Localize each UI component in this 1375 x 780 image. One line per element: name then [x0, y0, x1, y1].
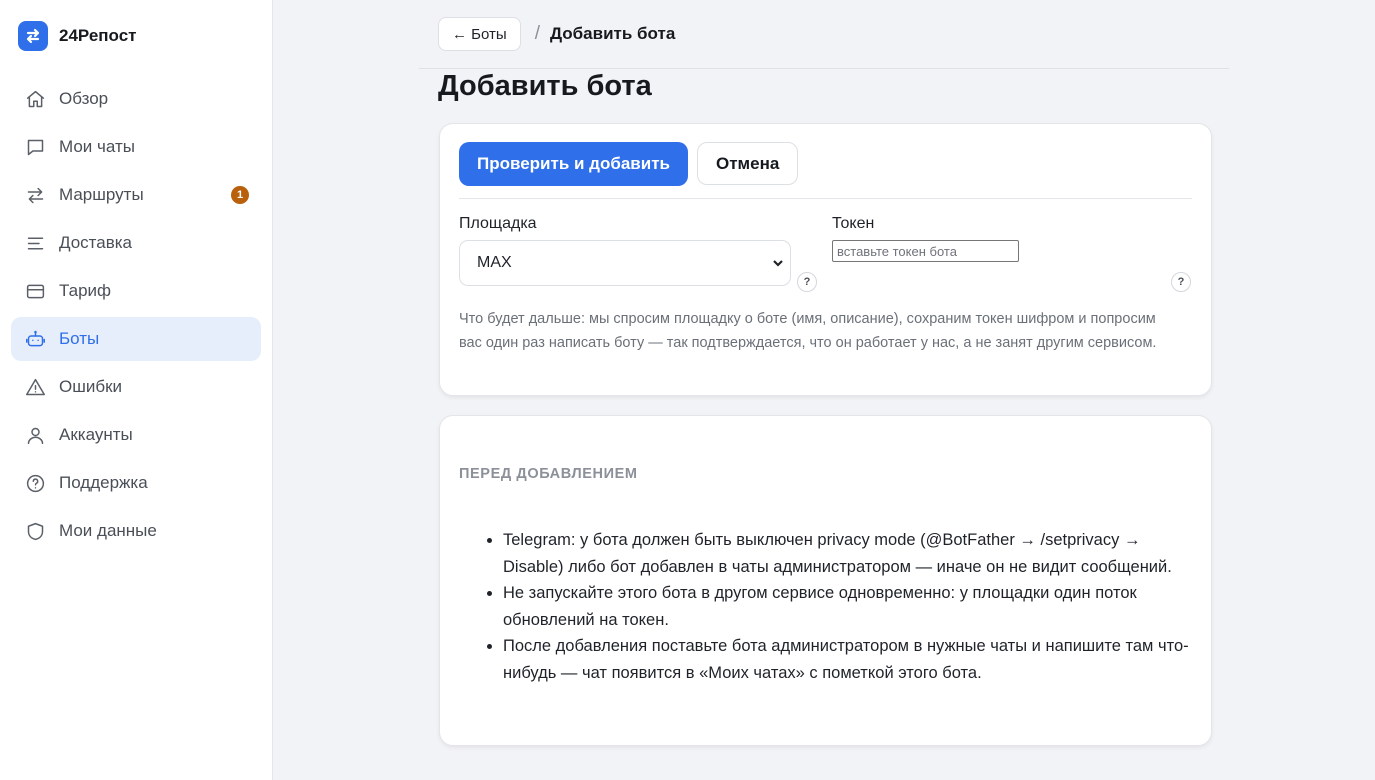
token-input[interactable]: [832, 240, 1019, 262]
token-label: Токен: [832, 215, 875, 232]
list-item: Не запускайте этого бота в другом сервис…: [503, 580, 1192, 633]
sidebar-item-delivery[interactable]: Доставка: [11, 221, 261, 265]
sidebar-item-label: Доставка: [59, 233, 133, 252]
check-and-add-button[interactable]: Проверить и добавить: [459, 142, 688, 186]
sidebar: 24Репост Обзор Мои чаты Маршруты 1 Доста…: [0, 0, 273, 780]
chat-icon: [24, 136, 46, 158]
page-title: Добавить бота: [438, 70, 652, 102]
sidebar-item-label: Обзор: [59, 89, 109, 108]
sidebar-item-routes[interactable]: Маршруты 1: [11, 173, 261, 217]
sidebar-item-label: Ошибки: [59, 377, 123, 396]
token-field: Токен: [832, 215, 1019, 262]
sidebar-item-label: Тариф: [59, 281, 112, 300]
sidebar-item-my-data[interactable]: Мои данные: [11, 509, 261, 553]
sidebar-item-label: Поддержка: [59, 473, 148, 492]
breadcrumb: ← Боты / Добавить бота: [419, 0, 1229, 69]
routes-count-badge: 1: [231, 186, 249, 204]
list-item: Telegram: у бота должен быть выключен pr…: [503, 527, 1192, 580]
chevron-down-icon: [773, 260, 783, 267]
sidebar-item-label: Мои данные: [59, 521, 157, 540]
card-icon: [24, 280, 46, 302]
cancel-button[interactable]: Отмена: [697, 142, 799, 185]
shield-icon: [24, 520, 46, 542]
sidebar-item-label: Аккаунты: [59, 425, 133, 444]
sidebar-item-bots[interactable]: Боты: [11, 317, 261, 361]
sidebar-item-label: Мои чаты: [59, 137, 135, 156]
sidebar-item-support[interactable]: Поддержка: [11, 461, 261, 505]
sidebar-item-overview[interactable]: Обзор: [11, 77, 261, 121]
app-root: 24Репост Обзор Мои чаты Маршруты 1 Доста…: [0, 0, 1375, 780]
before-adding-card: Перед добавлением Telegram: у бота долже…: [439, 415, 1212, 746]
main-content: ← Боты / Добавить бота Добавить бота Про…: [273, 0, 1375, 780]
rules-list: Telegram: у бота должен быть выключен pr…: [459, 527, 1192, 686]
next-steps-hint: Что будет дальше: мы спросим площадку о …: [459, 311, 1157, 351]
warning-icon: [24, 376, 46, 398]
sidebar-item-tariff[interactable]: Тариф: [11, 269, 261, 313]
form-fields: Площадка MAX ? Токен ?: [459, 215, 1192, 292]
back-to-bots-button[interactable]: ← Боты: [438, 17, 521, 51]
platform-help-icon[interactable]: ?: [797, 272, 817, 292]
sidebar-nav: Обзор Мои чаты Маршруты 1 Доставка Тариф…: [11, 77, 261, 553]
token-help-icon[interactable]: ?: [1171, 272, 1191, 292]
sidebar-item-errors[interactable]: Ошибки: [11, 365, 261, 409]
add-bot-form-card: Проверить и добавить Отмена Площадка MAX…: [439, 123, 1212, 396]
route-arrows-icon: [24, 184, 46, 206]
platform-field: Площадка MAX: [459, 215, 831, 289]
brand[interactable]: 24Репост: [11, 18, 261, 52]
breadcrumb-current: Добавить бота: [549, 24, 676, 43]
list-item: После добавления поставьте бота админист…: [503, 633, 1192, 686]
bot-icon: [24, 328, 46, 350]
platform-label: Площадка: [459, 215, 537, 232]
section-heading: Перед добавлением: [459, 466, 638, 482]
platform-select[interactable]: MAX: [459, 240, 791, 286]
platform-select-value: MAX: [477, 254, 512, 271]
divider: [459, 198, 1192, 199]
sidebar-item-accounts[interactable]: Аккаунты: [11, 413, 261, 457]
user-icon: [24, 424, 46, 446]
help-circle-icon: [24, 472, 46, 494]
sidebar-item-label: Маршруты: [59, 185, 144, 204]
form-actions: Проверить и добавить Отмена: [459, 142, 1192, 186]
home-icon: [24, 88, 46, 110]
lines-icon: [24, 232, 46, 254]
brand-name: 24Репост: [59, 26, 137, 45]
breadcrumb-separator: /: [534, 23, 540, 44]
sidebar-item-label: Боты: [59, 329, 100, 348]
brand-logo-icon: [18, 21, 48, 51]
sidebar-item-my-chats[interactable]: Мои чаты: [11, 125, 261, 169]
